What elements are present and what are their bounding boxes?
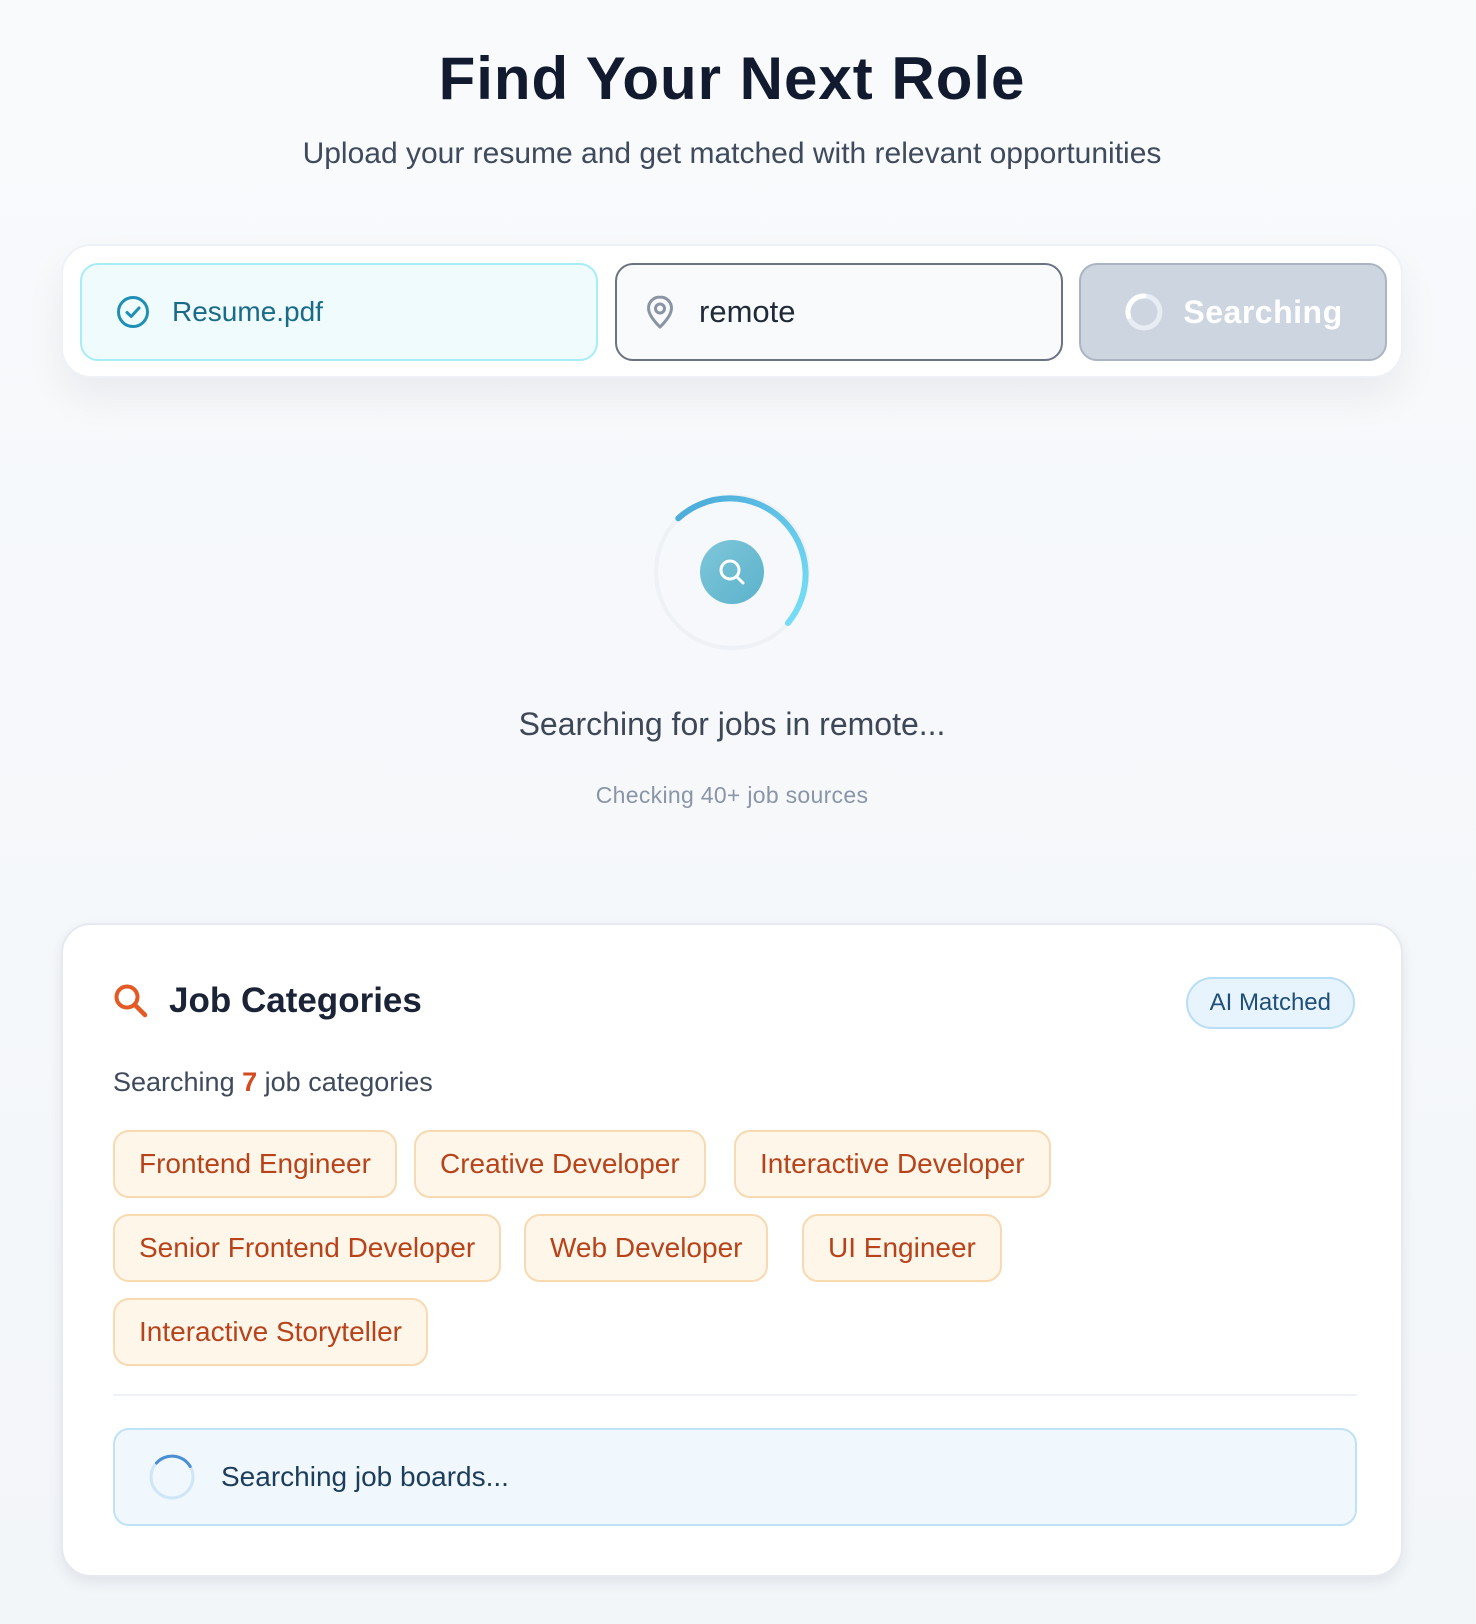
category-chip[interactable]: Creative Developer xyxy=(414,1130,706,1198)
search-loader xyxy=(650,490,814,654)
divider xyxy=(113,1394,1357,1396)
category-chip[interactable]: Interactive Developer xyxy=(734,1130,1051,1198)
ai-matched-badge: AI Matched xyxy=(1185,977,1355,1029)
resume-file-name: Resume.pdf xyxy=(172,296,323,327)
loader-ring xyxy=(654,494,810,650)
location-input[interactable] xyxy=(699,294,1039,330)
search-status: Searching job boards... xyxy=(113,1428,1357,1526)
search-icon xyxy=(114,984,148,1018)
spinner-icon xyxy=(1125,293,1163,331)
category-chip[interactable]: Frontend Engineer xyxy=(113,1130,397,1198)
search-status-text: Searching job boards... xyxy=(221,1461,509,1492)
category-chip[interactable]: Senior Frontend Developer xyxy=(113,1214,502,1282)
search-button-label: Searching xyxy=(1183,293,1343,330)
page-subtitle: Upload your resume and get matched with … xyxy=(302,137,1162,170)
resume-upload[interactable]: Resume.pdf xyxy=(80,263,598,361)
categories-header: Job Categories xyxy=(113,981,422,1021)
count-prefix: Searching xyxy=(113,1067,235,1097)
categories-count: 7 xyxy=(242,1067,258,1097)
categories-count-text: Searching 7 job categories xyxy=(113,1067,433,1098)
job-categories-card: Job Categories AI Matched Searching 7 jo… xyxy=(61,923,1403,1577)
search-bar: Resume.pdf Searching xyxy=(61,244,1403,378)
categories-title: Job Categories xyxy=(169,981,422,1020)
map-pin-icon xyxy=(647,295,673,329)
search-button[interactable]: Searching xyxy=(1079,263,1387,361)
category-chip[interactable]: Web Developer xyxy=(524,1214,769,1282)
spinner-icon xyxy=(149,1454,195,1500)
category-chip[interactable]: Interactive Storyteller xyxy=(113,1298,428,1366)
loader-sub-message: Checking 40+ job sources xyxy=(595,782,869,808)
page-title: Find Your Next Role xyxy=(438,45,1026,112)
category-chip[interactable]: UI Engineer xyxy=(802,1214,1002,1282)
loader-message: Searching for jobs in remote... xyxy=(518,706,946,742)
count-suffix: job categories xyxy=(264,1067,433,1097)
check-circle-icon xyxy=(117,296,149,328)
location-field[interactable] xyxy=(615,263,1063,361)
